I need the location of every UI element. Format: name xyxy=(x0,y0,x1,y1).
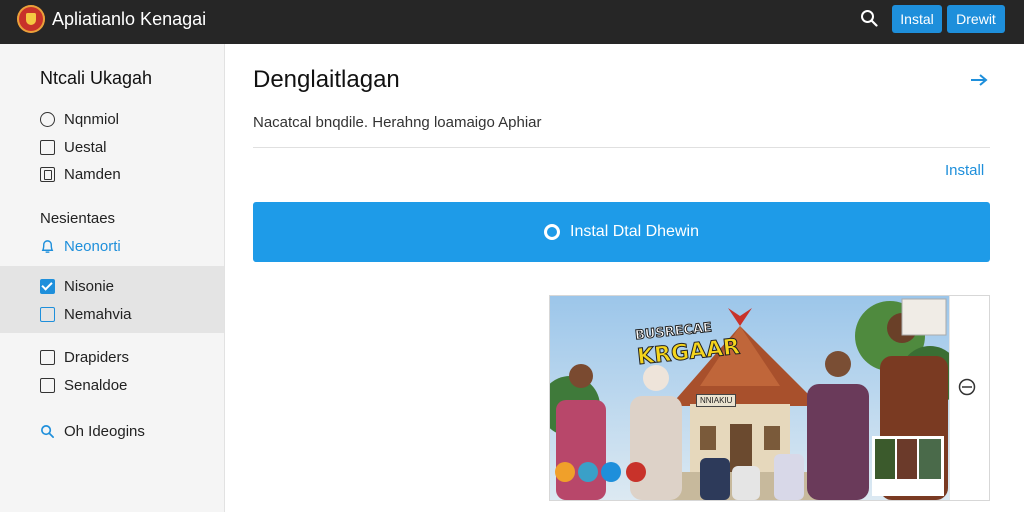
app-logo-icon xyxy=(17,5,45,33)
search-icon[interactable] xyxy=(860,9,878,27)
bell-icon xyxy=(41,240,54,253)
preview-image xyxy=(550,296,949,500)
sidebar-item-checkbox-marked[interactable]: Namden xyxy=(40,166,121,183)
checkbox-checked-icon xyxy=(40,279,55,294)
cta-label: Instal Dtal Dhewin xyxy=(570,223,699,240)
radio-icon xyxy=(40,112,55,127)
sidebar-item-checkbox[interactable]: Senaldoe xyxy=(40,377,127,394)
sidebar-item-checked[interactable]: Nisonie xyxy=(40,278,114,295)
search-icon xyxy=(41,425,54,438)
divider xyxy=(253,147,990,148)
install-circle-icon xyxy=(544,224,561,240)
sidebar-item-label: Namden xyxy=(64,166,121,183)
poster-text: BUSRECAE KRGAAR xyxy=(634,320,742,371)
sidebar-item-label: Nqnmiol xyxy=(64,111,120,128)
install-link[interactable]: Install xyxy=(945,162,984,179)
preview-side-panel xyxy=(949,296,989,500)
sidebar-item-unchecked[interactable]: Nemahvia xyxy=(40,306,132,323)
media-preview[interactable]: BUSRECAE KRGAAR NNIAKIU xyxy=(549,295,990,501)
top-bar: Apliatianlo Kenagai Instal Drewit xyxy=(0,0,1024,44)
minus-circle-icon[interactable] xyxy=(958,378,976,396)
building-sign: NNIAKIU xyxy=(696,394,737,407)
checkbox-icon xyxy=(40,378,55,393)
sidebar-item-label: Nisonie xyxy=(64,278,115,295)
sidebar: Ntcali Ukagah Nqnmiol Uestal Namden Nesi… xyxy=(0,44,225,512)
checkbox-marked-icon xyxy=(40,167,55,182)
sidebar-item-checkbox[interactable]: Drapiders xyxy=(40,349,129,366)
sidebar-item-search[interactable]: Oh Ideogins xyxy=(40,423,145,440)
sidebar-section-heading: Nesientaes xyxy=(40,210,116,227)
sidebar-item-label: Neonorti xyxy=(64,238,121,255)
install-button[interactable]: Instal xyxy=(892,5,942,33)
sidebar-item-label: Nemahvia xyxy=(64,306,132,323)
sidebar-item-radio[interactable]: Nqnmiol xyxy=(40,111,119,128)
sidebar-item-label: Uestal xyxy=(64,139,107,156)
sidebar-item-label: Senaldoe xyxy=(64,377,128,394)
sidebar-item-checkbox[interactable]: Uestal xyxy=(40,139,107,156)
download-button[interactable]: Drewit xyxy=(947,5,1005,33)
page-subtitle: Nacatcal bnqdile. Herahng loamaigo Aphia… xyxy=(253,114,542,131)
install-cta-button[interactable]: Instal Dtal Dhewin xyxy=(253,202,990,262)
page-title: Denglaitlagan xyxy=(253,66,400,93)
sidebar-title: Ntcali Ukagah xyxy=(40,68,153,88)
checkbox-icon xyxy=(40,307,55,322)
sidebar-item-label: Drapiders xyxy=(64,349,130,366)
checkbox-icon xyxy=(40,140,55,155)
arrow-right-icon[interactable] xyxy=(970,73,988,87)
app-title: Apliatianlo Kenagai xyxy=(52,9,207,29)
sidebar-item-label: Oh Ideogins xyxy=(64,423,145,440)
sidebar-item-notifications[interactable]: Neonorti xyxy=(40,238,121,255)
checkbox-icon xyxy=(40,350,55,365)
